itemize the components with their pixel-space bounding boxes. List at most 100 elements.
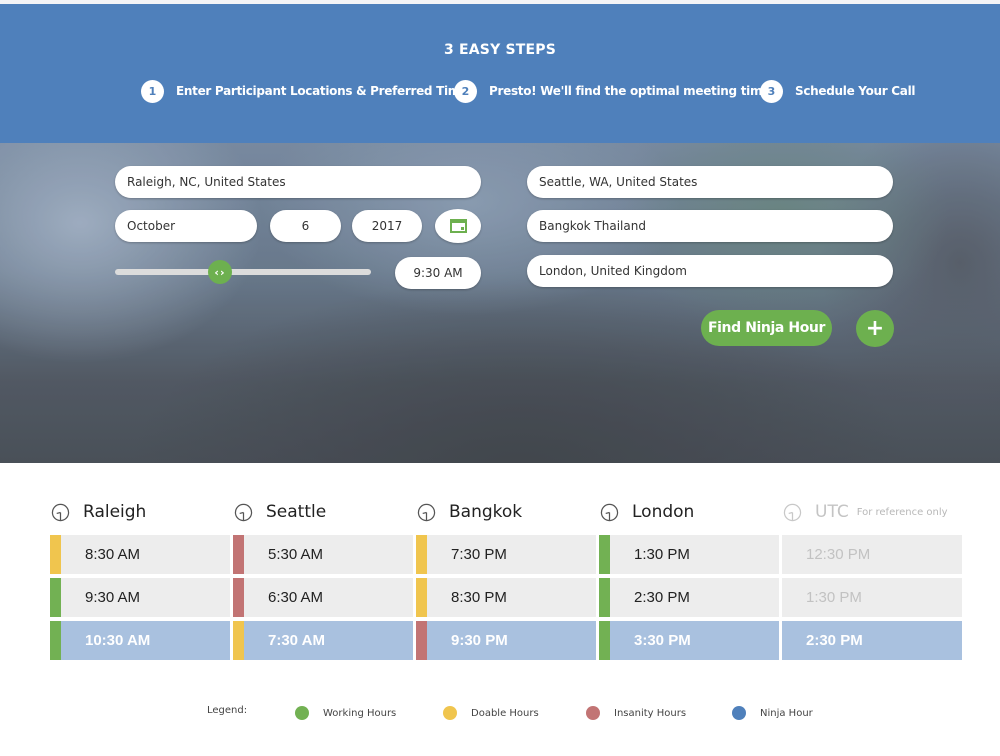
- location-input-seattle[interactable]: [527, 166, 893, 198]
- doable-indicator: [416, 578, 427, 617]
- calendar-button[interactable]: [435, 209, 481, 243]
- ninja-hour-row[interactable]: 3:30 PM: [599, 621, 779, 660]
- time-value: 12:30 PM: [806, 546, 871, 563]
- timezone-column-bangkok: Bangkok 7:30 PM 8:30 PM 9:30 PM: [416, 500, 596, 660]
- time-slider[interactable]: [115, 269, 371, 275]
- time-value: 7:30 PM: [451, 546, 507, 563]
- step-1: 1 Enter Participant Locations & Preferre…: [141, 79, 468, 103]
- time-row[interactable]: 9:30 AM: [50, 578, 230, 617]
- working-indicator: [599, 578, 610, 617]
- time-value: 2:30 PM: [634, 589, 690, 606]
- column-title: Seattle: [266, 502, 327, 522]
- location-input-london[interactable]: [527, 255, 893, 287]
- month-input[interactable]: [115, 210, 257, 242]
- legend-dot: [586, 706, 600, 720]
- time-row[interactable]: 1:30 PM: [599, 535, 779, 574]
- legend-label: Legend:: [207, 705, 248, 716]
- legend-dot: [295, 706, 309, 720]
- legend: Legend: Working Hours Doable Hours Insan…: [0, 705, 1000, 721]
- legend-dot: [443, 706, 457, 720]
- time-row[interactable]: 1:30 PM: [782, 578, 962, 617]
- column-header: Seattle: [233, 500, 413, 524]
- step-number-badge: 2: [454, 79, 477, 103]
- time-value: 10:30 AM: [85, 632, 151, 649]
- time-value: 3:30 PM: [634, 632, 691, 649]
- time-row[interactable]: 5:30 AM: [233, 535, 413, 574]
- legend-text: Insanity Hours: [614, 707, 687, 719]
- step-label: Enter Participant Locations & Preferred …: [176, 84, 468, 98]
- time-input[interactable]: [395, 257, 481, 289]
- time-row[interactable]: 7:30 PM: [416, 535, 596, 574]
- column-title: Bangkok: [449, 502, 523, 522]
- slider-handle[interactable]: ‹›: [207, 260, 232, 284]
- calendar-icon: [449, 219, 467, 233]
- step-2: 2 Presto! We'll find the optimal meeting…: [454, 79, 770, 103]
- clock-icon: [51, 503, 70, 521]
- clock-icon: [234, 503, 253, 521]
- search-form-panel: ‹› Find Ninja Hour +: [0, 143, 1000, 463]
- step-number-badge: 3: [760, 79, 783, 103]
- time-value: 8:30 PM: [451, 589, 507, 606]
- time-value: 7:30 AM: [268, 632, 325, 649]
- legend-dot: [732, 706, 746, 720]
- legend-item-doable: Doable Hours: [443, 705, 539, 721]
- ninja-hour-row[interactable]: 9:30 PM: [416, 621, 596, 660]
- time-value: 2:30 PM: [806, 632, 863, 649]
- time-row[interactable]: 8:30 AM: [50, 535, 230, 574]
- clock-icon: [600, 503, 619, 521]
- step-3: 3 Schedule Your Call: [760, 79, 916, 103]
- timezone-column-raleigh: Raleigh 8:30 AM 9:30 AM 10:30 AM: [50, 500, 230, 660]
- time-row[interactable]: 8:30 PM: [416, 578, 596, 617]
- legend-text: Working Hours: [323, 707, 397, 719]
- column-header: Bangkok: [416, 500, 596, 524]
- location-input-bangkok[interactable]: [527, 210, 893, 242]
- clock-icon: [783, 503, 802, 521]
- column-title: London: [632, 502, 695, 522]
- doable-indicator: [416, 535, 427, 574]
- add-location-button[interactable]: +: [856, 310, 894, 347]
- timezone-column-seattle: Seattle 5:30 AM 6:30 AM 7:30 AM: [233, 500, 413, 660]
- step-label: Schedule Your Call: [795, 84, 916, 98]
- working-indicator: [599, 621, 610, 660]
- time-row[interactable]: 2:30 PM: [599, 578, 779, 617]
- time-value: 1:30 PM: [634, 546, 690, 563]
- year-input[interactable]: [352, 210, 422, 242]
- find-ninja-hour-button[interactable]: Find Ninja Hour: [701, 310, 832, 346]
- steps-list: 1 Enter Participant Locations & Preferre…: [0, 79, 1000, 103]
- working-indicator: [50, 621, 61, 660]
- column-header: London: [599, 500, 779, 524]
- insanity-indicator: [416, 621, 427, 660]
- day-input[interactable]: [270, 210, 341, 242]
- primary-location-input[interactable]: [115, 166, 481, 198]
- time-value: 1:30 PM: [806, 589, 862, 606]
- ninja-hour-row[interactable]: 2:30 PM: [782, 621, 962, 660]
- ninja-hour-row[interactable]: 7:30 AM: [233, 621, 413, 660]
- legend-item-insanity: Insanity Hours: [586, 705, 686, 721]
- working-indicator: [50, 578, 61, 617]
- insanity-indicator: [233, 535, 244, 574]
- time-value: 9:30 PM: [451, 632, 508, 649]
- time-row[interactable]: 12:30 PM: [782, 535, 962, 574]
- time-value: 6:30 AM: [268, 589, 324, 606]
- header-title: 3 EASY STEPS: [443, 42, 557, 58]
- time-row[interactable]: 6:30 AM: [233, 578, 413, 617]
- legend-item-working: Working Hours: [295, 705, 396, 721]
- timezone-column-utc: UTC For reference only 12:30 PM 1:30 PM 2:30…: [782, 500, 962, 660]
- clock-icon: [417, 503, 436, 521]
- time-value: 5:30 AM: [268, 546, 324, 563]
- working-indicator: [599, 535, 610, 574]
- legend-text: Doable Hours: [471, 707, 539, 719]
- steps-header: 3 EASY STEPS 1 Enter Participant Locatio…: [0, 4, 1000, 143]
- column-subtitle: For reference only: [856, 506, 948, 518]
- legend-item-ninja: Ninja Hour: [732, 705, 813, 721]
- column-title: UTC: [815, 502, 849, 522]
- legend-text: Ninja Hour: [760, 707, 813, 719]
- ninja-hour-row[interactable]: 10:30 AM: [50, 621, 230, 660]
- column-title: Raleigh: [83, 502, 147, 522]
- step-number-badge: 1: [141, 79, 164, 103]
- step-label: Presto! We'll find the optimal meeting t…: [489, 84, 771, 98]
- plus-icon: +: [865, 316, 885, 341]
- timezone-column-london: London 1:30 PM 2:30 PM 3:30 PM: [599, 500, 779, 660]
- time-value: 9:30 AM: [85, 589, 141, 606]
- doable-indicator: [233, 621, 244, 660]
